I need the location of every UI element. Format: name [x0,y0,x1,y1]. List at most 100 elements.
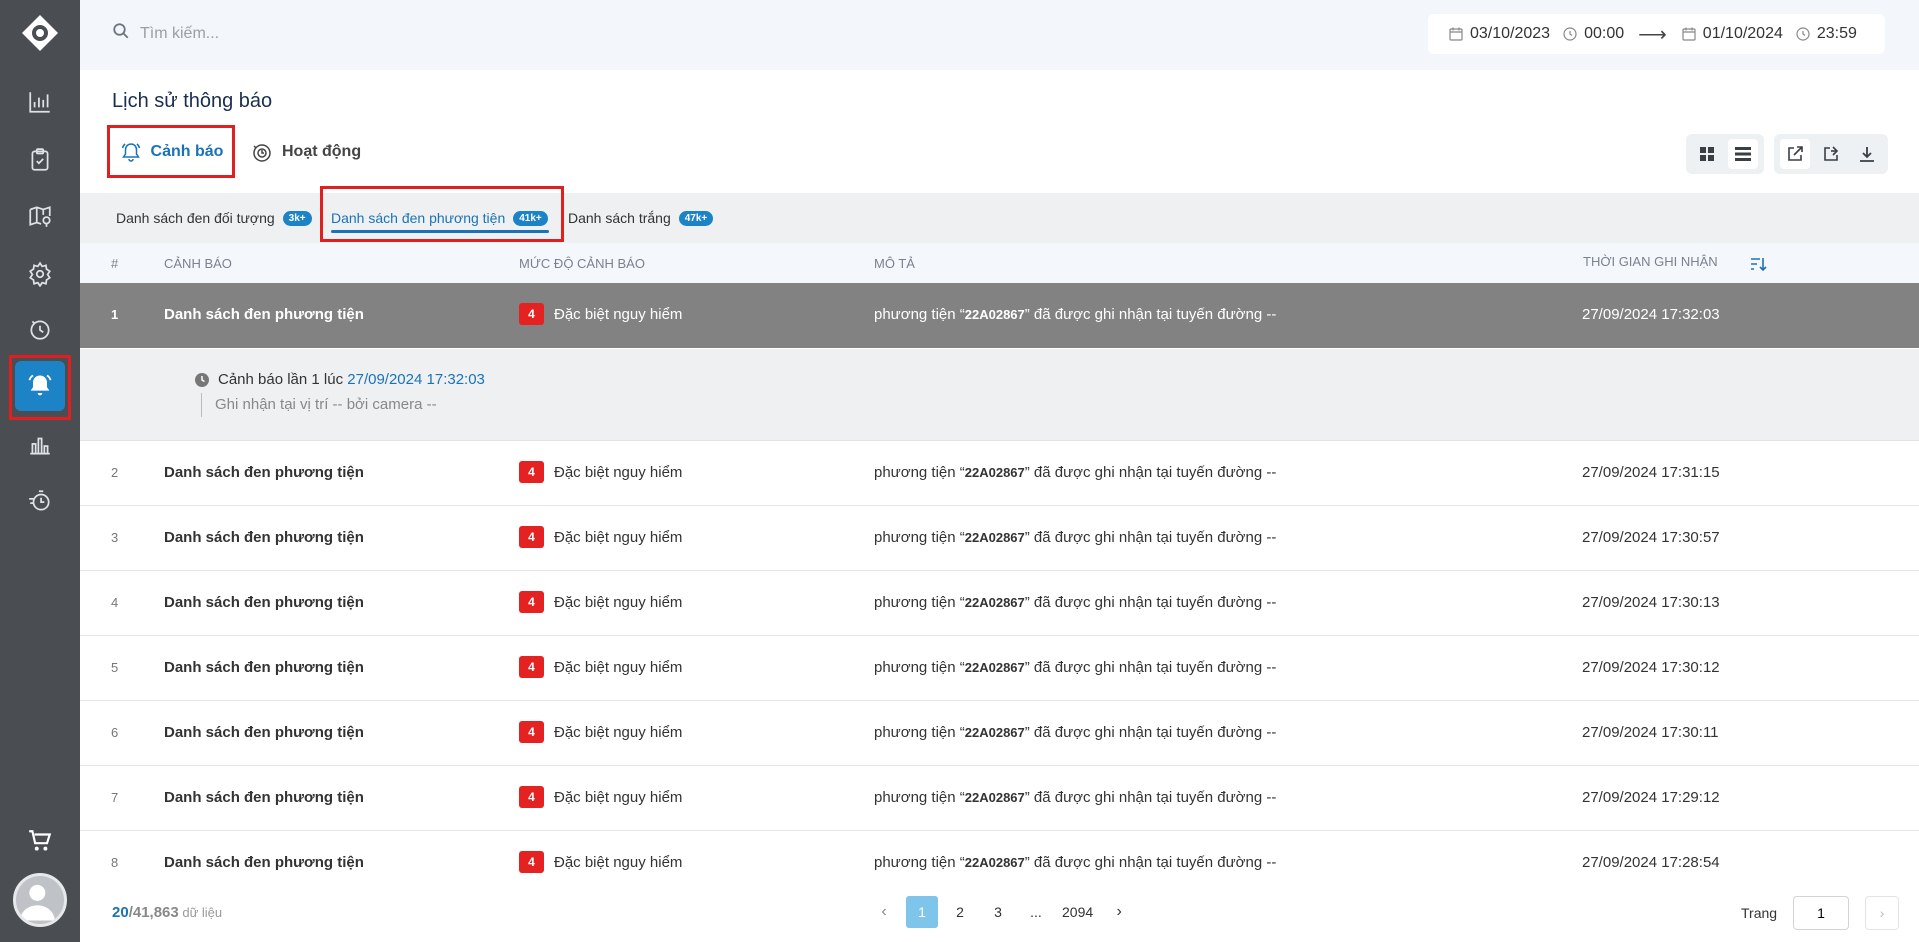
row-time: 27/09/2024 17:28:54 [1582,854,1720,871]
date-range-picker[interactable]: 03/10/2023 00:00 ⟶ 01/10/2024 23:59 [1428,14,1885,54]
desc-suffix: ” đã được ghi nhận tại tuyến đường -- [1024,854,1277,871]
row-level: 4 Đặc biệt nguy hiểm [519,721,682,743]
tab-activity[interactable]: Hoạt động [250,128,361,176]
row-desc: phương tiện “22A02867” đã được ghi nhận … [874,789,1276,806]
row-alert-name: Danh sách đen phương tiện [164,659,364,676]
desc-prefix: phương tiện “ [874,306,965,323]
row-desc: phương tiện “22A02867” đã được ghi nhận … [874,306,1276,323]
plate-number: 22A02867 [964,660,1025,675]
level-badge: 4 [519,656,544,678]
share-button[interactable] [1780,139,1810,169]
count-unit: dữ liệu [178,905,223,920]
desc-suffix: ” đã được ghi nhận tại tuyến đường -- [1024,529,1277,546]
sort-icon[interactable] [1748,254,1768,274]
col-time: THỜI GIAN GHI NHẬN [1583,254,1718,269]
avatar[interactable] [13,873,67,927]
row-level: 4 Đặc biệt nguy hiểm [519,461,682,483]
bar-chart-icon[interactable] [20,425,60,465]
prev-page-button[interactable]: ‹ [868,896,900,928]
clock-icon [1796,27,1810,41]
table-row[interactable]: 1 Danh sách đen phương tiện 4 Đặc biệt ng… [80,283,1919,348]
page-button[interactable]: 3 [982,896,1014,928]
next-page-arrow[interactable]: › [1103,896,1135,928]
level-badge: 4 [519,591,544,613]
chart-icon[interactable] [20,82,60,122]
col-level: MỨC ĐỘ CẢNH BÁO [519,256,645,271]
page-input[interactable] [1793,896,1850,930]
row-alert-name: Danh sách đen phương tiện [164,789,364,806]
logo-icon[interactable] [20,13,60,53]
search-input[interactable] [140,24,540,43]
plate-number: 22A02867 [964,855,1025,870]
row-desc: phương tiện “22A02867” đã được ghi nhận … [874,529,1276,546]
map-pin-icon[interactable] [20,196,60,236]
page-jump: Trang › [1741,896,1900,930]
table-row[interactable]: 8 Danh sách đen phương tiện 4 Đặc biệt ng… [80,831,1919,896]
row-level: 4 Đặc biệt nguy hiểm [519,526,682,548]
start-time[interactable]: 00:00 [1584,25,1624,43]
end-time[interactable]: 23:59 [1817,25,1857,43]
level-label: Đặc biệt nguy hiểm [554,723,683,741]
clipboard-check-icon[interactable] [20,140,60,180]
plate-number: 22A02867 [964,465,1025,480]
clock-icon [195,372,209,387]
table-row[interactable]: 5 Danh sách đen phương tiện 4 Đặc biệt ng… [80,636,1919,701]
row-num: 8 [111,855,119,870]
clock-icon [1563,27,1577,41]
arrow-right-icon: ⟶ [1638,23,1667,46]
desc-prefix: phương tiện “ [874,529,965,546]
end-date[interactable]: 01/10/2024 [1703,25,1783,43]
plate-number: 22A02867 [964,790,1025,805]
next-page-button[interactable]: › [1865,896,1900,930]
table-header: # CẢNH BÁO MỨC ĐỘ CẢNH BÁO MÔ TẢ THỜI GI… [80,243,1919,283]
start-date[interactable]: 03/10/2023 [1470,25,1550,43]
stopwatch-icon[interactable] [20,481,60,521]
level-badge: 4 [519,851,544,873]
detail-prefix: Cảnh báo lần 1 lúc [218,371,348,388]
detail-time[interactable]: 27/09/2024 17:32:03 [347,371,485,388]
row-level: 4 Đặc biệt nguy hiểm [519,303,682,325]
plate-number: 22A02867 [964,530,1025,545]
table-row[interactable]: 2 Danh sách đen phương tiện 4 Đặc biệt ng… [80,441,1919,506]
detail-location: Ghi nhận tại vị trí -- bởi camera -- [201,393,437,417]
level-badge: 4 [519,303,544,325]
export-icon [1824,146,1839,161]
row-level: 4 Đặc biệt nguy hiểm [519,591,682,613]
sidebar [0,0,80,942]
grid-view-button[interactable] [1692,139,1722,169]
table-row[interactable]: 7 Danh sách đen phương tiện 4 Đặc biệt ng… [80,766,1919,831]
cart-icon[interactable] [20,821,60,861]
page-button[interactable]: 2 [944,896,976,928]
row-time: 27/09/2024 17:30:11 [1582,724,1719,741]
col-num: # [111,256,119,271]
activity-timer-icon[interactable] [20,309,60,349]
row-num: 2 [111,465,119,480]
row-desc: phương tiện “22A02867” đã được ghi nhận … [874,464,1276,481]
calendar-icon [1682,27,1696,41]
gear-icon[interactable] [20,254,60,294]
page-button[interactable]: 2094 [1058,896,1097,928]
desc-suffix: ” đã được ghi nhận tại tuyến đường -- [1024,594,1277,611]
subtab-blacklist-person[interactable]: Danh sách đen đối tượng 3k+ [116,205,312,231]
row-detail: Cảnh báo lần 1 lúc 27/09/2024 17:32:03 G… [80,349,1919,441]
download-button[interactable] [1852,139,1882,169]
export-button[interactable] [1816,139,1846,169]
plate-number: 22A02867 [964,725,1025,740]
row-level: 4 Đặc biệt nguy hiểm [519,786,682,808]
export-actions [1774,134,1888,174]
plate-number: 22A02867 [964,595,1025,610]
subtab-whitelist[interactable]: Danh sách trắng 47k+ [568,205,714,231]
table-row[interactable]: 3 Danh sách đen phương tiện 4 Đặc biệt ng… [80,506,1919,571]
page-button[interactable]: 1 [906,896,938,928]
record-count: 20/41,863 dữ liệu [112,904,222,921]
table-row[interactable]: 6 Danh sách đen phương tiện 4 Đặc biệt ng… [80,701,1919,766]
table-row[interactable]: 4 Danh sách đen phương tiện 4 Đặc biệt ng… [80,571,1919,636]
download-icon [1860,147,1874,162]
col-alert: CẢNH BÁO [164,256,232,271]
search-bar [112,22,540,45]
list-view-button[interactable] [1728,139,1758,169]
pagination-footer: 20/41,863 dữ liệu ‹ 1 2 3 ... 2094 › Tra… [80,890,1919,942]
desc-prefix: phương tiện “ [874,659,965,676]
desc-prefix: phương tiện “ [874,854,965,871]
row-alert-name: Danh sách đen phương tiện [164,529,364,546]
